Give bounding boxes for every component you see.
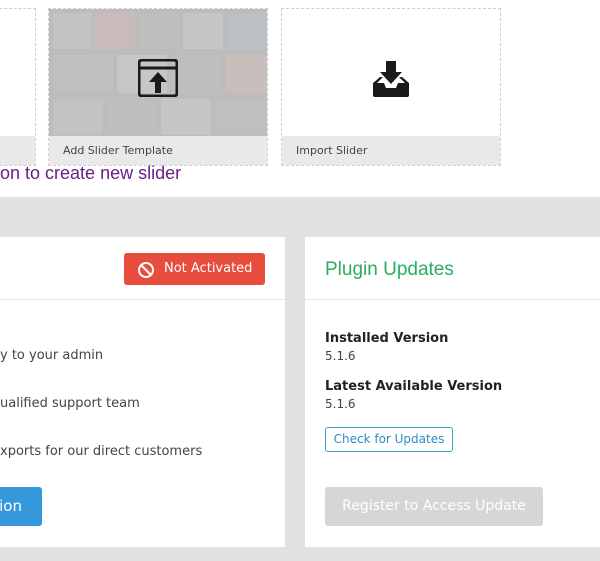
divider	[0, 299, 285, 300]
benefit-item: xports for our direct customers	[0, 444, 203, 459]
ban-icon	[137, 260, 155, 292]
register-to-access-update-button[interactable]: Register to Access Update	[325, 487, 543, 526]
plugin-updates-title: Plugin Updates	[325, 259, 454, 280]
check-for-updates-button[interactable]: Check for Updates	[325, 427, 453, 452]
latest-version-label: Latest Available Version	[325, 379, 503, 394]
latest-version-value: 5.1.6	[325, 397, 356, 411]
tray-download-icon	[370, 59, 412, 103]
activation-panel: Not Activated y to your admin ualified s…	[0, 237, 285, 547]
tile-footer	[0, 136, 35, 165]
installed-version-label: Installed Version	[325, 331, 449, 346]
divider	[305, 299, 600, 300]
add-slider-template-tile[interactable]: Add Slider Template	[48, 8, 268, 166]
add-slider-template-label: Add Slider Template	[49, 136, 267, 165]
plugin-updates-panel: Plugin Updates Installed Version 5.1.6 L…	[305, 237, 600, 547]
window-upload-icon	[137, 58, 179, 101]
status-badge-label: Not Activated	[164, 261, 253, 276]
benefit-item: y to your admin	[0, 348, 104, 363]
activate-button[interactable]: ion	[0, 487, 42, 526]
new-slider-tile[interactable]	[0, 8, 36, 166]
import-slider-label: Import Slider	[282, 136, 500, 165]
status-badge: Not Activated	[124, 253, 265, 285]
import-slider-tile[interactable]: Import Slider	[281, 8, 501, 166]
benefit-item: ualified support team	[0, 396, 140, 411]
create-slider-hint: on to create new slider	[0, 163, 182, 183]
slider-tiles-area: Add Slider Template Import Slider on to …	[0, 0, 600, 197]
installed-version-value: 5.1.6	[325, 349, 356, 363]
